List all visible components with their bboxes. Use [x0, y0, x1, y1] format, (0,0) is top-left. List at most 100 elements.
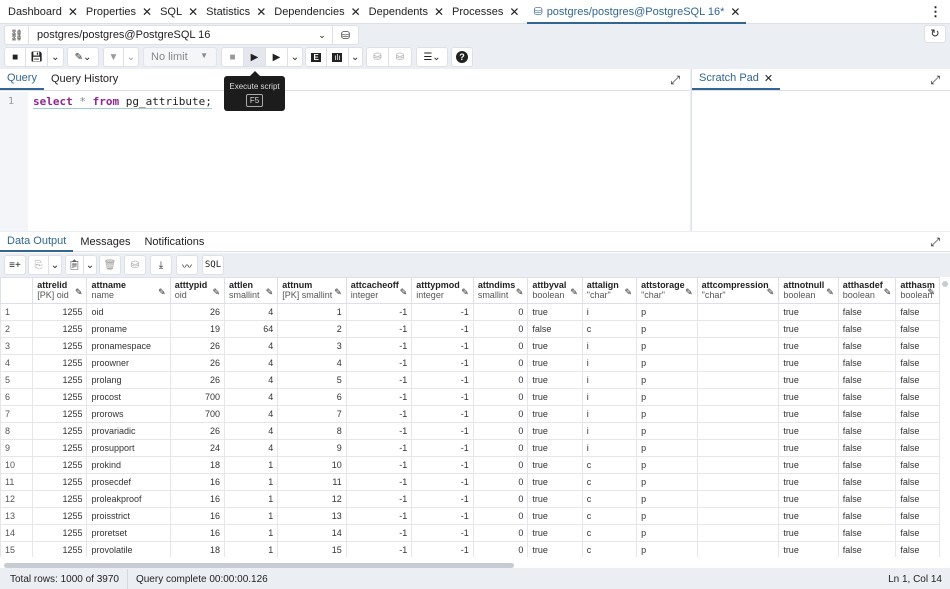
table-cell[interactable]: 0	[472, 524, 529, 542]
table-cell[interactable]: true	[778, 405, 839, 423]
table-cell[interactable]: false	[837, 388, 897, 406]
table-cell[interactable]: 1	[224, 541, 279, 557]
column-header-attalign[interactable]: attalign "char" ✎	[581, 277, 638, 304]
table-cell[interactable]: -1	[345, 405, 413, 423]
table-cell[interactable]: p	[636, 320, 698, 338]
edit-column-icon[interactable]: ✎	[570, 287, 578, 298]
macros-button[interactable]: ☰⌄	[417, 48, 447, 66]
table-cell[interactable]: true	[778, 439, 839, 457]
download-button[interactable]: ⤓	[151, 256, 171, 274]
table-cell[interactable]: true	[527, 303, 583, 321]
table-cell[interactable]: true	[778, 303, 839, 321]
table-cell[interactable]: false	[837, 524, 897, 542]
table-cell[interactable]: true	[778, 507, 839, 525]
table-cell[interactable]: true	[527, 524, 583, 542]
table-cell[interactable]: p	[636, 439, 698, 457]
table-cell[interactable]: proretset	[86, 524, 171, 542]
table-cell[interactable]: 1	[224, 490, 279, 508]
table-cell[interactable]: true	[527, 388, 583, 406]
table-cell[interactable]: 1255	[32, 354, 88, 372]
table-cell[interactable]: p	[636, 354, 698, 372]
table-cell[interactable]	[696, 456, 780, 474]
table-cell[interactable]: false	[837, 303, 897, 321]
table-cell[interactable]: 1255	[32, 388, 88, 406]
table-cell[interactable]: procost	[86, 388, 171, 406]
table-cell[interactable]: 7	[277, 405, 347, 423]
table-cell[interactable]: 4	[224, 337, 279, 355]
column-header-attbyval[interactable]: attbyval boolean ✎	[527, 277, 583, 304]
table-cell[interactable]: true	[527, 490, 583, 508]
table-cell[interactable]: i	[581, 303, 638, 321]
edit-column-icon[interactable]: ✎	[461, 287, 469, 298]
table-cell[interactable]	[696, 388, 780, 406]
table-cell[interactable]: -1	[345, 507, 413, 525]
table-row[interactable]: 9 1255 prosupport 24 4 9 -1 -1 0 true i p true false f…	[0, 439, 940, 457]
table-cell[interactable]: prosecdef	[86, 473, 171, 491]
table-cell[interactable]: prorows	[86, 405, 171, 423]
save-data-button[interactable]: ⛁	[125, 256, 145, 274]
table-cell[interactable]: false	[895, 456, 940, 474]
edit-column-icon[interactable]: ✎	[266, 287, 274, 298]
table-cell[interactable]: false	[837, 337, 897, 355]
table-row[interactable]: 15 1255 provolatile 18 1 15 -1 -1 0 true c p true fal…	[0, 541, 940, 557]
table-cell[interactable]: 0	[472, 473, 529, 491]
edit-column-icon[interactable]: ✎	[75, 287, 83, 298]
table-cell[interactable]: -1	[411, 524, 474, 542]
table-cell[interactable]: 16	[169, 490, 226, 508]
table-cell[interactable]: false	[837, 320, 897, 338]
table-cell[interactable]: 6	[277, 388, 347, 406]
table-cell[interactable]: 1255	[32, 490, 88, 508]
column-header-attcompression[interactable]: attcompression "char" ✎	[696, 277, 780, 304]
edit-column-icon[interactable]: ✎	[767, 287, 775, 298]
table-cell[interactable]: 2	[277, 320, 347, 338]
table-cell[interactable]: provolatile	[86, 541, 171, 557]
table-cell[interactable]	[696, 490, 780, 508]
edit-column-icon[interactable]: ✎	[400, 287, 408, 298]
table-cell[interactable]: 0	[472, 371, 529, 389]
table-cell[interactable]: -1	[411, 320, 474, 338]
table-cell[interactable]: true	[778, 524, 839, 542]
table-cell[interactable]: 1255	[32, 541, 88, 557]
table-cell[interactable]: -1	[345, 422, 413, 440]
table-cell[interactable]: false	[895, 320, 940, 338]
table-cell[interactable]: 4	[224, 371, 279, 389]
vertical-scrollbar[interactable]	[942, 281, 948, 287]
copy-dropdown-button[interactable]: ⌄	[49, 256, 61, 274]
table-cell[interactable]: true	[778, 388, 839, 406]
table-cell[interactable]: 26	[169, 354, 226, 372]
help-button[interactable]: ?	[452, 48, 472, 66]
table-cell[interactable]: 13	[277, 507, 347, 525]
table-cell[interactable]: 16	[169, 473, 226, 491]
table-cell[interactable]: -1	[345, 456, 413, 474]
table-cell[interactable]: false	[837, 456, 897, 474]
tab-query[interactable]: Query	[0, 68, 44, 90]
table-cell[interactable]: 1255	[32, 337, 88, 355]
table-cell[interactable]: true	[778, 490, 839, 508]
table-cell[interactable]: false	[837, 405, 897, 423]
table-cell[interactable]: 1255	[32, 456, 88, 474]
maximize-icon[interactable]: ⤢	[670, 73, 680, 88]
table-cell[interactable]: 0	[472, 541, 529, 557]
chevron-down-icon[interactable]: ⌄	[312, 30, 332, 41]
table-cell[interactable]: 1255	[32, 473, 88, 491]
table-cell[interactable]: i	[581, 388, 638, 406]
table-cell[interactable]: i	[581, 337, 638, 355]
table-cell[interactable]: -1	[345, 303, 413, 321]
table-cell[interactable]: i	[581, 371, 638, 389]
table-cell[interactable]: 4	[224, 354, 279, 372]
table-cell[interactable]: 0	[472, 405, 529, 423]
table-cell[interactable]: -1	[411, 422, 474, 440]
table-cell[interactable]: 3	[277, 337, 347, 355]
table-cell[interactable]: provariadic	[86, 422, 171, 440]
rollback-button[interactable]: ⛁	[389, 48, 411, 66]
table-cell[interactable]: 1255	[32, 439, 88, 457]
edit-column-icon[interactable]: ✎	[927, 287, 935, 298]
add-row-button[interactable]: ≡+	[5, 256, 25, 274]
table-cell[interactable]: 1	[224, 456, 279, 474]
table-cell[interactable]: 1	[224, 507, 279, 525]
new-connection-icon[interactable]: ⛁	[332, 26, 358, 44]
sql-editor[interactable]: select * from pg_attribute;	[33, 95, 212, 109]
horizontal-scrollbar[interactable]	[4, 563, 514, 568]
edit-column-icon[interactable]: ✎	[212, 287, 220, 298]
table-cell[interactable]: -1	[345, 354, 413, 372]
